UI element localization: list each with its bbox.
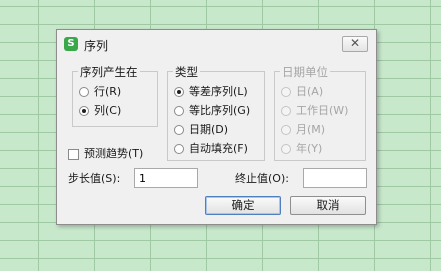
date-unit-group: 日期单位 日(A) 工作日(W) 月(M) 年(Y)	[274, 64, 366, 161]
step-value-input[interactable]	[134, 168, 198, 188]
dialog-titlebar[interactable]: S 序列 ✕	[57, 30, 376, 58]
radio-icon	[174, 144, 184, 154]
series-in-label: 序列产生在	[78, 64, 140, 80]
radio-linear-label: 等差序列(L)	[189, 85, 248, 98]
checkbox-icon	[68, 148, 79, 160]
radio-row[interactable]: 行(R)	[79, 84, 121, 99]
trend-checkbox[interactable]: 预测趋势(T)	[68, 147, 143, 161]
radio-year-label: 年(Y)	[296, 142, 323, 155]
radio-autofill[interactable]: 自动填充(F)	[174, 141, 248, 156]
radio-icon	[79, 87, 89, 97]
wps-app-icon: S	[64, 37, 78, 51]
radio-month: 月(M)	[281, 122, 325, 137]
close-icon: ✕	[349, 36, 361, 50]
radio-column-label: 列(C)	[94, 104, 122, 117]
type-group: 类型 等差序列(L) 等比序列(G) 日期(D) 自动填充(F)	[167, 64, 265, 161]
radio-column[interactable]: 列(C)	[79, 103, 121, 118]
radio-linear[interactable]: 等差序列(L)	[174, 84, 248, 99]
step-value-label: 步长值(S):	[68, 172, 121, 185]
radio-icon	[281, 144, 291, 154]
stop-value-label: 终止值(O):	[235, 172, 289, 185]
close-button[interactable]: ✕	[342, 36, 368, 52]
series-dialog: S 序列 ✕ 序列产生在 行(R) 列(C) 类型 等差序列(L) 等比序列(G…	[56, 29, 377, 225]
ok-button[interactable]: 确定	[205, 196, 281, 215]
radio-row-label: 行(R)	[94, 85, 122, 98]
radio-growth-label: 等比序列(G)	[189, 104, 251, 117]
radio-weekday-label: 工作日(W)	[296, 104, 349, 117]
radio-icon	[281, 125, 291, 135]
radio-checked-icon	[174, 87, 184, 97]
radio-icon	[174, 106, 184, 116]
cancel-button[interactable]: 取消	[290, 196, 366, 215]
radio-year: 年(Y)	[281, 141, 322, 156]
radio-icon	[281, 106, 291, 116]
radio-day-label: 日(A)	[296, 85, 324, 98]
date-unit-label: 日期单位	[280, 64, 330, 80]
stop-value-input[interactable]	[303, 168, 367, 188]
radio-date-label: 日期(D)	[189, 123, 229, 136]
radio-growth[interactable]: 等比序列(G)	[174, 103, 250, 118]
series-in-group: 序列产生在 行(R) 列(C)	[72, 64, 158, 127]
radio-checked-icon	[79, 106, 89, 116]
radio-day: 日(A)	[281, 84, 323, 99]
radio-weekday: 工作日(W)	[281, 103, 348, 118]
radio-icon	[281, 87, 291, 97]
trend-label: 预测趋势(T)	[84, 147, 144, 160]
radio-icon	[174, 125, 184, 135]
radio-autofill-label: 自动填充(F)	[189, 142, 248, 155]
type-label: 类型	[173, 64, 200, 80]
dialog-title: 序列	[84, 39, 109, 53]
radio-month-label: 月(M)	[296, 123, 326, 136]
radio-date[interactable]: 日期(D)	[174, 122, 228, 137]
